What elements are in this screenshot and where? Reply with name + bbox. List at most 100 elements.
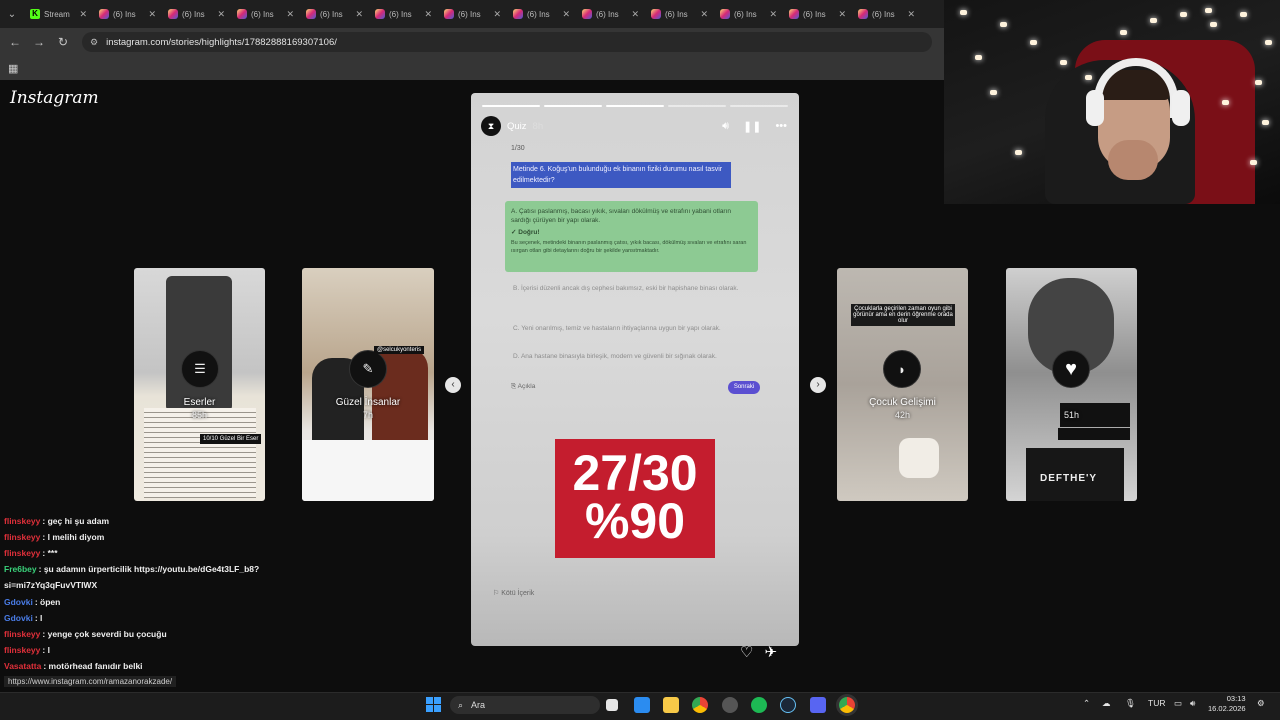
system-clock[interactable]: 03:13 16.02.2026 <box>1208 694 1246 714</box>
close-tab-icon[interactable]: ✕ <box>493 9 501 20</box>
light-bulb <box>1265 40 1272 45</box>
instagram-logo[interactable]: Instagram <box>10 88 99 108</box>
close-tab-icon[interactable]: ✕ <box>700 9 708 20</box>
browser-tab[interactable]: (6) Ins ✕ <box>783 3 852 25</box>
share-send-icon[interactable]: ✈ <box>764 643 777 661</box>
close-tab-icon[interactable]: ✕ <box>838 9 846 20</box>
highlight-tile-unnamed[interactable]: DEFTHE'Y ♥ 51h <box>1006 268 1137 501</box>
chat-username[interactable]: flinskeyy <box>4 645 40 655</box>
steam-icon[interactable] <box>780 697 796 713</box>
highlight-badge: @selcukyonteris <box>374 346 425 354</box>
story-header: ⧗ Quiz 8h 🔊︎ ❚❚ ••• <box>481 116 787 136</box>
start-button[interactable] <box>426 697 441 712</box>
browser-tab[interactable]: (6) Ins ✕ <box>369 3 438 25</box>
store-icon[interactable] <box>634 697 650 713</box>
highlight-tile-eserler[interactable]: ☰ Eserler 85h 10/10 Güzel Bir Eser <box>134 268 265 501</box>
browser-tab[interactable]: (6) Ins ✕ <box>438 3 507 25</box>
back-button[interactable]: ← <box>3 35 27 49</box>
like-heart-icon[interactable]: ♡ <box>740 643 753 661</box>
discord-icon[interactable] <box>810 697 826 713</box>
chat-text: öpen <box>40 596 61 607</box>
more-options-icon[interactable]: ••• <box>775 120 787 133</box>
chat-username[interactable]: flinskeyy <box>4 532 40 542</box>
light-bulb <box>1060 60 1067 65</box>
browser-tab[interactable]: (6) Ins ✕ <box>300 3 369 25</box>
story-progress-segment <box>482 105 540 107</box>
address-bar[interactable]: ⚙ instagram.com/stories/highlights/17882… <box>82 32 932 52</box>
browser-tab[interactable]: (6) Ins ✕ <box>162 3 231 25</box>
light-bulb <box>1255 80 1262 85</box>
site-info-icon[interactable]: ⚙ <box>90 37 98 48</box>
tab-title: (6) Ins <box>527 9 550 19</box>
explain-label: Açıkla <box>517 383 536 390</box>
microphone-icon[interactable]: 🎙︎ <box>1125 698 1136 709</box>
kick-favicon-icon: K <box>30 9 40 19</box>
close-tab-icon[interactable]: ✕ <box>355 9 363 20</box>
option-b: B. İçerisi düzenli ancak dış cephesi bak… <box>513 285 739 292</box>
chrome-icon[interactable] <box>692 697 708 713</box>
close-tab-icon[interactable]: ✕ <box>217 9 225 20</box>
explain-button: ⎘ Açıkla <box>511 383 536 390</box>
chat-username[interactable]: flinskeyy <box>4 548 40 558</box>
previous-story-button[interactable]: ‹ <box>445 377 461 393</box>
browser-tab[interactable]: (6) Ins ✕ <box>645 3 714 25</box>
score-card: 27/30 %90 <box>555 439 715 558</box>
browser-tab[interactable]: (6) Ins ✕ <box>852 3 921 25</box>
tab-title: (6) Ins <box>872 9 895 19</box>
pause-icon[interactable]: ❚❚ <box>743 120 761 133</box>
volume-icon[interactable]: 🔊︎ <box>722 120 729 133</box>
browser-tab[interactable]: (6) Ins ✕ <box>576 3 645 25</box>
chat-username[interactable]: Vasatatta <box>4 661 41 671</box>
browser-tab[interactable]: (6) Ins ✕ <box>93 3 162 25</box>
chat-username[interactable]: flinskeyy <box>4 516 40 526</box>
browser-tab[interactable]: (6) Ins ✕ <box>507 3 576 25</box>
onedrive-icon[interactable]: ☁ <box>1102 698 1111 709</box>
tray-chevron-icon[interactable]: ⌃ <box>1083 698 1090 709</box>
chat-username[interactable]: Fre6bey <box>4 564 37 574</box>
tab-search-button[interactable]: ⌄ <box>0 0 24 28</box>
forward-button[interactable]: → <box>27 35 51 49</box>
network-icon[interactable]: ▭ <box>1174 698 1182 709</box>
tile-toy <box>899 438 939 478</box>
close-tab-icon[interactable]: ✕ <box>148 9 156 20</box>
chat-username[interactable]: Gdovki <box>4 613 33 623</box>
chat-text: geç hi şu adam <box>47 516 110 526</box>
language-indicator[interactable]: TUR <box>1148 698 1165 708</box>
light-bulb <box>1000 22 1007 27</box>
close-tab-icon[interactable]: ✕ <box>631 9 639 20</box>
story-avatar[interactable]: ⧗ <box>481 116 501 136</box>
file-explorer-icon[interactable] <box>663 697 679 713</box>
volume-tray-icon[interactable]: 🔊︎ <box>1190 698 1195 709</box>
close-tab-icon[interactable]: ✕ <box>562 9 570 20</box>
close-tab-icon[interactable]: ✕ <box>769 9 777 20</box>
story-author[interactable]: Quiz <box>507 121 527 132</box>
next-question-button: Sonraki <box>728 381 760 394</box>
browser-tab[interactable]: (6) Ins ✕ <box>714 3 783 25</box>
close-tab-icon[interactable]: ✕ <box>79 9 87 20</box>
task-view-icon[interactable] <box>606 699 618 711</box>
browser-tab[interactable]: (6) Ins ✕ <box>231 3 300 25</box>
chrome-active-icon[interactable] <box>839 697 855 713</box>
reload-button[interactable]: ↻ <box>51 35 75 49</box>
taskbar-search[interactable]: ⌕ Ara <box>450 696 600 714</box>
chat-username[interactable]: flinskeyy <box>4 629 40 639</box>
instagram-favicon-icon <box>651 9 661 19</box>
highlight-cover-icon: ✎ <box>349 350 387 388</box>
close-tab-icon[interactable]: ✕ <box>424 9 432 20</box>
settings-icon[interactable] <box>722 697 738 713</box>
highlight-caption: Çocuklarla geçirilen zaman oyun gibi gör… <box>851 304 955 326</box>
browser-tab[interactable]: K Stream ✕ <box>24 3 93 25</box>
apps-grid-icon[interactable]: ▦ <box>8 62 18 75</box>
notification-icon[interactable]: ⚙ <box>1257 698 1265 709</box>
spotify-icon[interactable] <box>751 697 767 713</box>
close-tab-icon[interactable]: ✕ <box>286 9 294 20</box>
highlight-tile-cocuk-gelisimi[interactable]: Çocuklarla geçirilen zaman oyun gibi gör… <box>837 268 968 501</box>
close-tab-icon[interactable]: ✕ <box>907 9 915 20</box>
active-story[interactable]: ⧗ Quiz 8h 🔊︎ ❚❚ ••• 1/30 Metinde 6. Koğu… <box>471 93 799 646</box>
chat-text: *** <box>47 548 58 559</box>
highlight-time: 42h <box>894 410 911 420</box>
highlight-tile-guzel-insanlar[interactable]: ✎ Güzel İnsanlar 7h @selcukyonteris <box>302 268 434 501</box>
light-bulb <box>975 55 982 60</box>
chat-username[interactable]: Gdovki <box>4 597 33 607</box>
next-story-button[interactable]: › <box>810 377 826 393</box>
